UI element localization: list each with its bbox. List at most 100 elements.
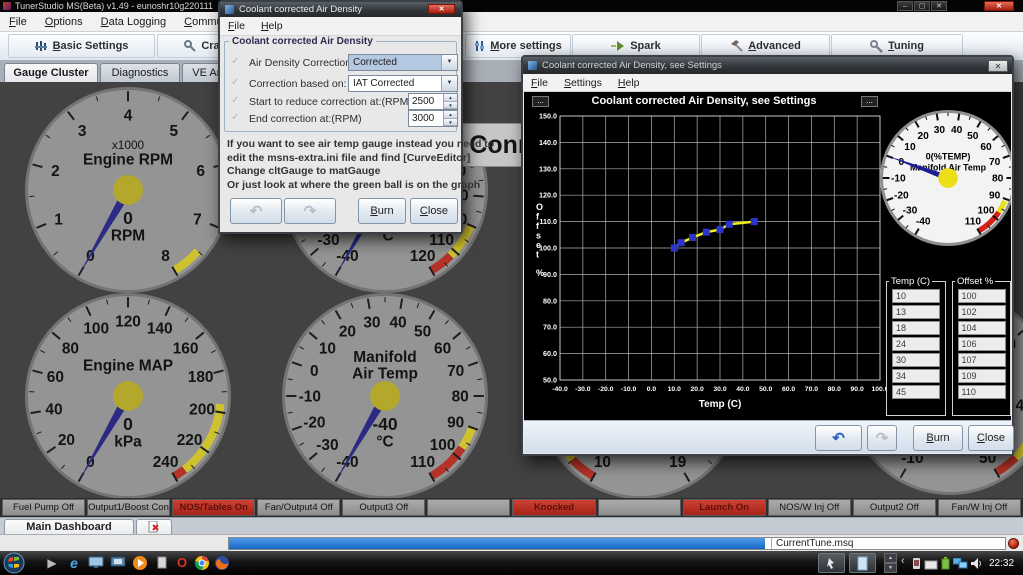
offset-cell-input[interactable]: 110 [958,385,1006,399]
page-close-icon [148,521,160,534]
svg-text:140.0: 140.0 [539,138,557,147]
temp-cell-input[interactable]: 18 [892,321,940,335]
chrome-icon[interactable] [194,555,210,571]
svg-text:90: 90 [447,414,464,431]
taskbar-app-button[interactable] [818,553,845,573]
menu-options[interactable]: Options [36,14,92,30]
temp-column: Temp (C) 10131824303445 [886,276,946,416]
menu-data-logging[interactable]: Data Logging [92,14,175,30]
spin-up-icon[interactable]: ▲ [444,94,457,102]
chevron-down-icon[interactable]: ▼ [441,55,457,70]
air-density-correction-select[interactable]: Corrected ▼ [348,54,458,71]
menu-file[interactable]: File [220,18,253,34]
svg-text:50: 50 [414,324,431,341]
tray-expand-icon[interactable]: ‹ [901,555,905,567]
new-dashboard-tab[interactable] [136,519,172,535]
spinner-value[interactable]: 2500 [409,94,443,109]
offset-cell-input[interactable]: 102 [958,305,1006,319]
redo-button[interactable]: ↷ [867,425,897,451]
temp-cell-input[interactable]: 45 [892,385,940,399]
tab-diagnostics[interactable]: Diagnostics [100,63,180,82]
spin-up-icon[interactable]: ▲ [444,111,457,119]
start-orb-icon[interactable] [3,552,25,574]
spin-down-icon[interactable]: ▼ [444,102,457,110]
indicator-output2: Output2 Off [853,499,936,516]
close-icon[interactable]: ✕ [931,1,947,11]
close-icon[interactable]: ✕ [984,1,1014,11]
undo-button[interactable]: ↶ [230,198,282,224]
dots-button[interactable]: ... [532,96,549,107]
offset-cell-input[interactable]: 104 [958,321,1006,335]
correction-based-on-select[interactable]: IAT Corrected ▼ [348,75,458,92]
close-icon[interactable]: ✕ [428,4,455,14]
burn-button[interactable]: Burn [358,198,406,224]
temp-cell-input[interactable]: 10 [892,289,940,303]
dots-button[interactable]: ... [861,96,878,107]
spin-down-icon[interactable]: ▼ [444,119,457,127]
temp-cell-input[interactable]: 24 [892,337,940,351]
tray-battery-icon[interactable] [941,557,950,575]
curve-content: ... Coolant corrected Air Density, see S… [524,92,1011,420]
tray-monitor-icon[interactable] [924,558,938,575]
selected-value: IAT Corrected [349,76,441,91]
offset-cell-input[interactable]: 106 [958,337,1006,351]
remote-desktop-icon[interactable] [110,555,126,571]
dialog-menubar: File Help [220,17,461,36]
tab-gauge-cluster[interactable]: Gauge Cluster [4,63,98,82]
svg-text:160: 160 [173,340,199,357]
svg-text:70.0: 70.0 [805,386,818,393]
offset-column: Offset % 100102104106107109110 [952,276,1011,416]
start-reduce-label: Start to reduce correction at:(RPM) [249,96,412,108]
svg-text:-30: -30 [903,206,918,217]
offset-cell-input[interactable]: 109 [958,369,1006,383]
menu-settings[interactable]: Settings [556,75,610,91]
app-icon[interactable] [154,555,170,571]
undo-button[interactable]: ↶ [815,425,862,451]
close-button[interactable]: Close [410,198,458,224]
menu-help[interactable]: Help [610,75,648,91]
maximize-icon[interactable]: ▢ [914,1,930,11]
tray-volume-icon[interactable] [971,557,983,575]
temp-cell-input[interactable]: 30 [892,353,940,367]
close-icon[interactable]: ✕ [988,60,1008,72]
temp-cell-input[interactable]: 34 [892,369,940,383]
svg-text:RPM: RPM [111,227,145,244]
tray-device-icon[interactable] [912,557,921,575]
desktop-icon[interactable] [88,555,104,571]
menu-file[interactable]: File [523,75,556,91]
opera-icon[interactable]: O [174,555,190,571]
burn-button[interactable]: Burn [913,425,963,451]
minimize-icon[interactable]: – [897,1,913,11]
end-correction-spinner[interactable]: 3000 ▲▼ [408,110,458,127]
redo-button[interactable]: ↷ [284,198,336,224]
chevron-down-icon[interactable]: ▼ [441,76,457,91]
basic-settings-button[interactable]: Basic Settings [8,34,155,58]
check-icon: ✓ [231,56,239,67]
offset-cell-input[interactable]: 107 [958,353,1006,367]
menu-help[interactable]: Help [253,18,291,34]
internet-explorer-icon[interactable]: e [66,555,82,571]
close-label: Close [977,432,1005,444]
taskbar-app-button[interactable] [849,553,876,573]
svg-text:100.0: 100.0 [539,244,557,253]
start-reduce-spinner[interactable]: 2500 ▲▼ [408,93,458,110]
tab-main-dashboard[interactable]: Main Dashboard [4,519,134,535]
media-player-classic-icon[interactable]: ▶ [44,555,60,571]
offset-cell-input[interactable]: 100 [958,289,1006,303]
svg-text:100: 100 [430,437,456,454]
firefox-icon[interactable] [214,555,230,571]
menu-file[interactable]: File [0,14,36,30]
tray-network-icon[interactable] [953,557,968,575]
density-curve-plot[interactable]: -40.0-30.0-20.0-10.00.010.020.030.040.05… [524,110,886,415]
windows-media-player-icon[interactable] [132,555,148,571]
temp-cell-input[interactable]: 13 [892,305,940,319]
close-button[interactable]: Close [968,425,1014,451]
svg-text:60: 60 [47,369,64,386]
spinner-value[interactable]: 3000 [409,111,443,126]
engine-rpm-gauge: 012345678x1000Engine RPM0RPM [23,85,233,295]
scroll-up-icon[interactable]: ▲ [884,553,897,563]
svg-text:110.0: 110.0 [539,217,557,226]
svg-text:20: 20 [58,432,75,449]
scroll-down-icon[interactable]: ▼ [884,563,897,573]
svg-text:70.0: 70.0 [543,323,557,332]
